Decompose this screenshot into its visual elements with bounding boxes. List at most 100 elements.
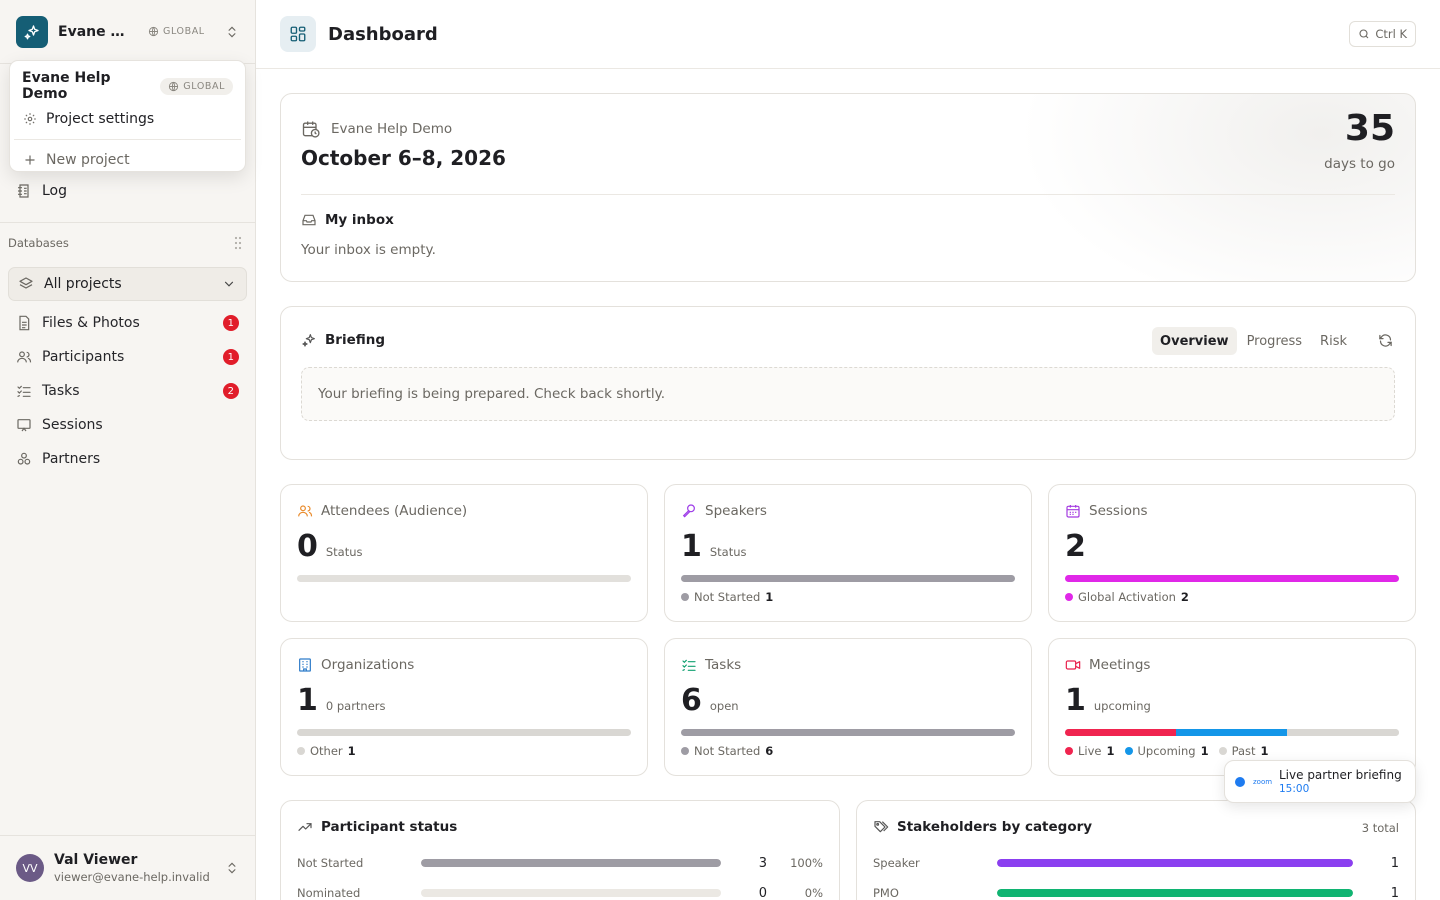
database-nav: Files & Photos 1 Participants 1 Tasks 2 … (8, 306, 247, 476)
sidebar-item-log[interactable]: Log (8, 176, 247, 206)
building-icon (299, 658, 311, 672)
legend-dot (681, 593, 689, 601)
inbox-title: My inbox (301, 212, 394, 228)
project-selector[interactable]: All projects (8, 267, 247, 301)
event-card: Evane Help Demo October 6–8, 2026 35 day… (280, 93, 1416, 282)
stat-legend: Not Started 6 (681, 744, 773, 758)
sidebar-item-files[interactable]: Files & Photos 1 (8, 306, 247, 340)
stat-legend: Not Started 1 (681, 590, 773, 604)
plus-icon (23, 153, 37, 167)
new-project-item[interactable]: New project (10, 145, 245, 175)
bar-segment (297, 729, 631, 736)
stat-value: 6 open (681, 683, 739, 718)
page-title: Dashboard (328, 23, 438, 45)
stat-bar (297, 729, 631, 736)
refresh-icon[interactable] (1378, 333, 1393, 348)
card-title: Stakeholders by category (873, 819, 1092, 835)
workspace-dropdown: Evane Help Demo GLOBAL Project settings … (9, 60, 246, 172)
users-icon (298, 505, 313, 517)
search-button[interactable]: Ctrl K (1349, 21, 1416, 47)
briefing-tabs: Overview Progress Risk (1152, 327, 1355, 355)
calendar-clock-icon (302, 121, 320, 138)
dropdown-project-row[interactable]: Evane Help Demo GLOBAL (10, 61, 245, 102)
sidebar-item-label: Tasks (42, 383, 80, 399)
stat-bar (1065, 575, 1399, 582)
stat-title: Tasks (681, 657, 741, 673)
bar-segment (1176, 729, 1288, 736)
tab-risk[interactable]: Risk (1312, 327, 1355, 355)
chevron-down-icon (222, 277, 236, 291)
stat-card-attendees[interactable]: Attendees (Audience) 0 Status (280, 484, 648, 622)
sidebar-item-label: Partners (42, 451, 101, 467)
stakeholders-card: Stakeholders by category 3 total Speaker… (856, 800, 1416, 900)
sparkles-logo-icon (16, 15, 48, 48)
stat-bar (681, 575, 1015, 582)
stat-legend: Global Activation 2 (1065, 590, 1189, 604)
databases-header: Databases (8, 236, 243, 250)
divider (14, 139, 241, 140)
workspace-switcher[interactable]: Evane He… GLOBAL (0, 0, 255, 64)
sidebar-item-tasks[interactable]: Tasks 2 (8, 374, 247, 408)
stat-value: 1 upcoming (1065, 683, 1151, 718)
search-icon (1359, 29, 1369, 39)
avatar: VV (16, 854, 44, 882)
log-icon (16, 183, 32, 199)
stat-title: Speakers (681, 503, 767, 519)
stat-bar (681, 729, 1015, 736)
stat-title: Meetings (1065, 657, 1150, 673)
toast-time: 15:00 (1279, 783, 1310, 795)
workspace-name: Evane He… (58, 23, 134, 40)
bar-segment (681, 729, 1015, 736)
sidebar-item-sessions[interactable]: Sessions (8, 408, 247, 442)
topbar: Dashboard Ctrl K (256, 0, 1440, 69)
project-settings-item[interactable]: Project settings (10, 104, 245, 134)
bar-segment (1065, 729, 1177, 736)
globe-icon (148, 26, 159, 37)
stat-card-tasks[interactable]: Tasks 6 open Not Started 6 (664, 638, 1032, 776)
legend-dot (1065, 593, 1073, 601)
stat-legend: Other 1 (297, 744, 356, 758)
tab-overview[interactable]: Overview (1152, 327, 1237, 355)
briefing-title: Briefing (301, 332, 385, 348)
bar-segment (1287, 729, 1399, 736)
legend-dot (681, 747, 689, 755)
globe-icon (169, 81, 179, 91)
presentation-icon (16, 417, 32, 433)
stat-card-meetings[interactable]: Meetings 1 upcoming Live 1 Upcoming 1 Past… (1048, 638, 1416, 776)
inbox-empty-text: Your inbox is empty. (301, 242, 436, 258)
drag-handle-icon[interactable] (233, 236, 243, 250)
stat-card-speakers[interactable]: Speakers 1 Status Not Started 1 (664, 484, 1032, 622)
category-row: PMO 1 (873, 885, 1399, 900)
card-title: Participant status (297, 819, 457, 835)
sidebar-item-label: Log (42, 183, 68, 199)
toast-title: Live partner briefing (1279, 768, 1402, 782)
dashboard-icon (280, 16, 316, 52)
stat-title: Attendees (Audience) (297, 503, 467, 519)
briefing-message: Your briefing is being prepared. Check b… (301, 367, 1395, 421)
status-row: Not Started 3 100% (297, 855, 823, 871)
days-countdown-label: days to go (1324, 156, 1395, 172)
sidebar-item-label: Participants (42, 349, 125, 365)
checklist-icon (16, 383, 32, 399)
tab-progress[interactable]: Progress (1239, 327, 1310, 355)
live-indicator-icon (1235, 776, 1245, 787)
stat-bar (1065, 729, 1399, 736)
stat-title: Sessions (1065, 503, 1148, 519)
legend-dot (1218, 747, 1227, 755)
dropdown-project-name: Evane Help Demo (22, 70, 111, 102)
stat-card-sessions[interactable]: Sessions 2 Global Activation 2 (1048, 484, 1416, 622)
meeting-toast[interactable]: zoom Live partner briefing 15:00 (1224, 760, 1416, 803)
category-row: Speaker 1 (873, 855, 1399, 871)
stat-value: 0 Status (297, 529, 363, 564)
user-menu[interactable]: VV Val Viewer viewer@evane-help.invalid (0, 835, 255, 900)
category-bar (997, 859, 1353, 867)
microphone-icon (682, 504, 695, 518)
stat-card-organizations[interactable]: Organizations 1 0 partners Other 1 (280, 638, 648, 776)
category-bar (997, 889, 1353, 897)
status-row: Nominated 0 0% (297, 885, 823, 900)
sidebar-item-partners[interactable]: Partners (8, 442, 247, 476)
briefing-card: Briefing Overview Progress Risk Your bri… (280, 306, 1416, 460)
sidebar-item-participants[interactable]: Participants 1 (8, 340, 247, 374)
total-count: 3 total (1361, 821, 1399, 835)
event-project: Evane Help Demo (301, 119, 452, 139)
